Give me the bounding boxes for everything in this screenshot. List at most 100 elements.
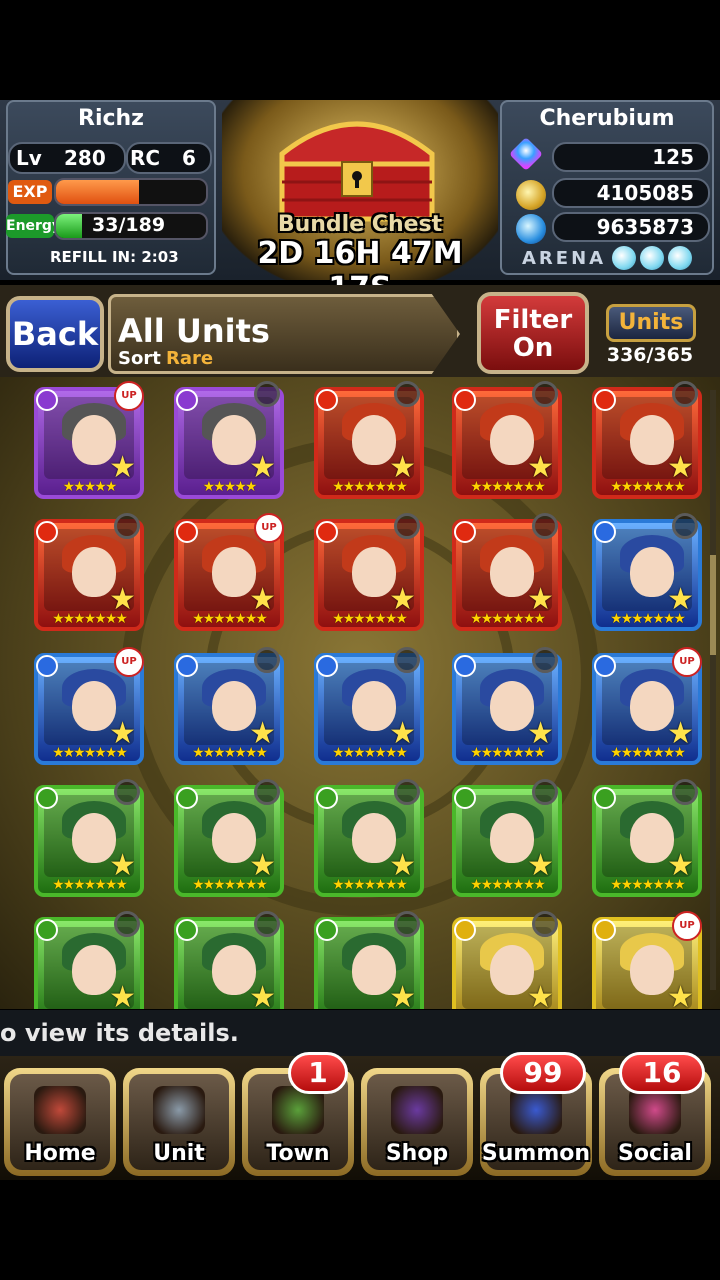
refill-timer: REFILL IN: 2:03 <box>50 248 179 266</box>
element-icon <box>36 389 58 411</box>
unit-rarity: ★★★★★ <box>62 479 118 495</box>
element-icon <box>594 655 616 677</box>
rc-value: 6 <box>182 146 196 170</box>
status-ring-icon <box>114 779 140 805</box>
karma-value: 9635873 <box>552 212 710 242</box>
status-ring-icon <box>394 381 420 407</box>
element-icon <box>454 389 476 411</box>
menu-home-button[interactable]: Home <box>4 1068 116 1176</box>
element-icon <box>316 655 338 677</box>
unit-rarity: ★★★★★★★ <box>610 479 686 495</box>
unit-rarity: ★★★★★★★ <box>610 877 686 893</box>
rarity-star-icon: ★ <box>527 980 554 1010</box>
unit-rarity: ★★★★★★★ <box>470 877 546 893</box>
element-icon <box>36 919 58 941</box>
status-ring-icon <box>114 911 140 937</box>
status-ring-icon <box>394 513 420 539</box>
element-icon <box>176 919 198 941</box>
menu-label: Home <box>24 1141 96 1166</box>
exp-bar <box>54 178 208 206</box>
up-badge-icon: UP <box>114 381 144 411</box>
unit-rarity: ★★★★★ <box>202 479 258 495</box>
element-icon <box>454 655 476 677</box>
filter-button[interactable]: Filter On <box>477 292 589 374</box>
rarity-star-icon: ★ <box>249 980 276 1010</box>
notification-badge: 1 <box>288 1052 348 1094</box>
element-icon <box>36 655 58 677</box>
menu-label: Shop <box>385 1141 449 1166</box>
home-icon <box>34 1086 86 1134</box>
units-button[interactable]: Units <box>606 304 696 342</box>
element-icon <box>316 389 338 411</box>
unit-rarity: ★★★★★★★ <box>470 611 546 627</box>
status-ring-icon <box>394 779 420 805</box>
menu-unit-button[interactable]: Unit <box>123 1068 235 1176</box>
status-ring-icon <box>254 779 280 805</box>
rc-label: RC <box>130 146 161 170</box>
unit-rarity: ★★★★★★★ <box>332 611 408 627</box>
unit-rarity: ★★★★★★★ <box>52 877 128 893</box>
status-ring-icon <box>672 513 698 539</box>
status-ring-icon <box>532 381 558 407</box>
status-ring-icon <box>532 779 558 805</box>
unit-rarity: ★★★★★★★ <box>470 479 546 495</box>
filter-label: Filter <box>493 305 573 335</box>
menu-shop-button[interactable]: Shop <box>361 1068 473 1176</box>
arena-orb-icon <box>640 246 664 270</box>
chest-title: Bundle Chest <box>277 212 443 237</box>
zel-icon <box>516 180 546 210</box>
status-ring-icon <box>672 779 698 805</box>
up-badge-icon: UP <box>672 647 702 677</box>
up-badge-icon: UP <box>672 911 702 941</box>
status-ring-icon <box>254 381 280 407</box>
menu-label: Town <box>266 1141 330 1166</box>
unit-grid: ★ ★★★★★ UP ★ ★★★★★ ★ ★★★★★★★ ★ ★★★★★★★ ★ ★★★★★★★ ★ ★… <box>0 377 720 1009</box>
unit-rarity: ★★★★★★★ <box>192 611 268 627</box>
unit-rarity: ★★★★★★★ <box>332 479 408 495</box>
status-ring-icon <box>254 647 280 673</box>
sort-value: Rare <box>166 348 214 369</box>
energy-label: Energy <box>6 214 61 238</box>
element-icon <box>594 389 616 411</box>
energy-value: 33/189 <box>92 214 166 236</box>
element-icon <box>454 787 476 809</box>
status-ring-icon <box>532 911 558 937</box>
unit-rarity: ★★★★★★★ <box>332 877 408 893</box>
energy-bar-fill <box>56 214 82 238</box>
notification-badge: 99 <box>500 1052 586 1094</box>
shop-icon <box>391 1086 443 1134</box>
unit-rarity: ★★★★★★★ <box>192 745 268 761</box>
energy-bar: 33/189 <box>54 212 208 240</box>
unit-icon <box>153 1086 205 1134</box>
status-ring-icon <box>672 381 698 407</box>
menu-label: Social <box>618 1141 692 1166</box>
status-ring-icon <box>254 911 280 937</box>
page-title: All Units <box>118 312 270 350</box>
rarity-star-icon: ★ <box>109 980 136 1010</box>
element-icon <box>36 787 58 809</box>
scrollbar-thumb[interactable] <box>710 555 716 655</box>
element-icon <box>316 919 338 941</box>
menu-label: Summon <box>481 1141 591 1166</box>
back-button[interactable]: Back <box>6 296 104 372</box>
sort-label: Sort <box>118 348 161 369</box>
level-value: 280 <box>64 146 106 170</box>
element-icon <box>316 787 338 809</box>
element-icon <box>176 521 198 543</box>
bundle-chest[interactable] <box>262 104 452 224</box>
element-icon <box>316 521 338 543</box>
unit-rarity: ★★★★★★★ <box>610 611 686 627</box>
status-ring-icon <box>532 647 558 673</box>
friend-name: Cherubium <box>539 106 675 131</box>
status-ring-icon <box>394 911 420 937</box>
level-label: Lv <box>16 146 42 170</box>
unit-rarity: ★★★★★★★ <box>52 745 128 761</box>
element-icon <box>176 787 198 809</box>
scrollbar[interactable] <box>710 390 716 990</box>
filter-state: On <box>512 333 554 363</box>
karma-icon <box>516 214 546 244</box>
element-icon <box>594 787 616 809</box>
chest-icon <box>279 121 435 222</box>
rarity-star-icon: ★ <box>667 980 694 1010</box>
element-icon <box>594 919 616 941</box>
